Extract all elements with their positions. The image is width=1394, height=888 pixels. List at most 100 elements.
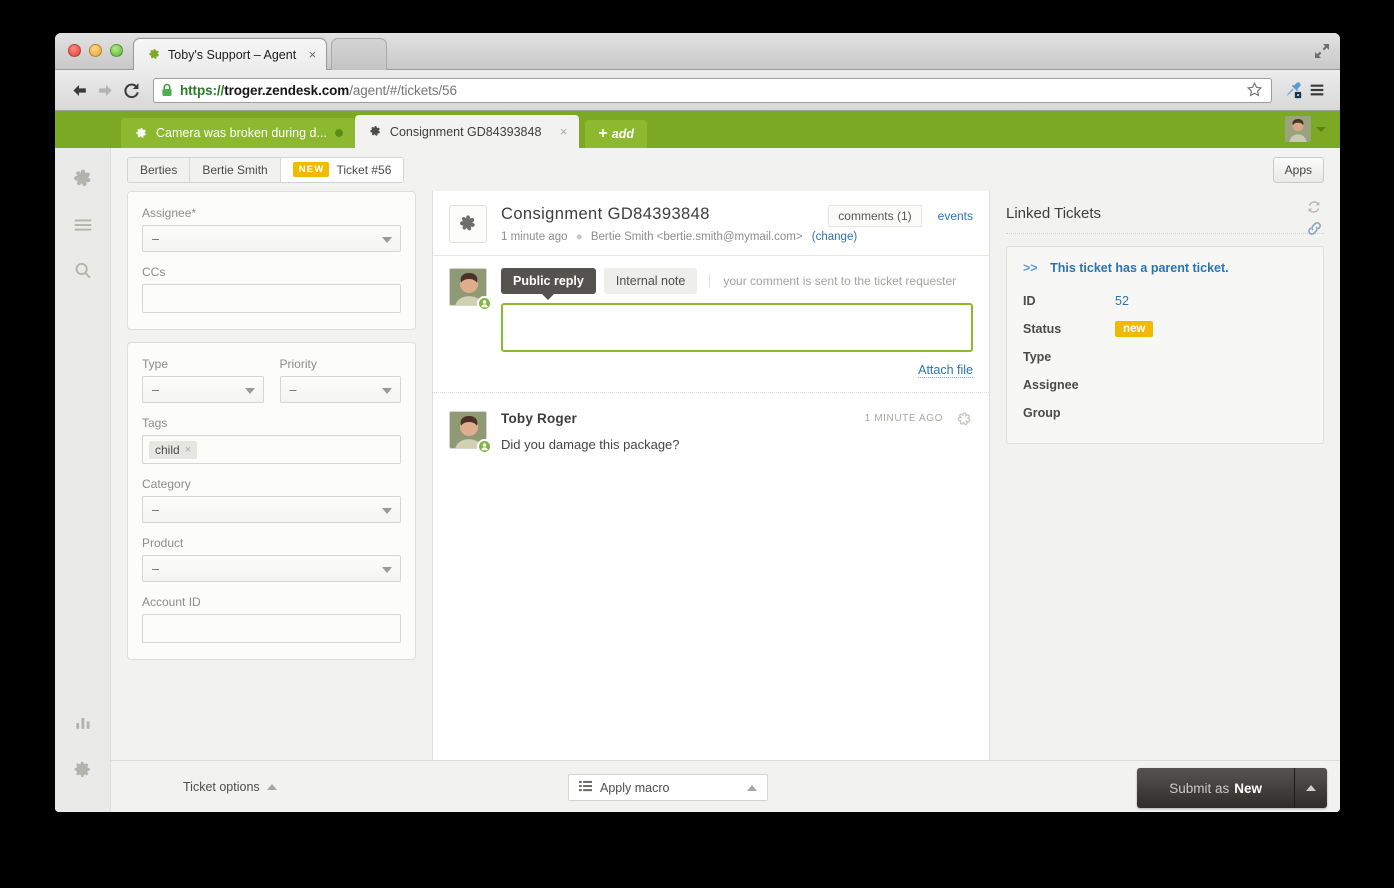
zendesk-leaf-icon [135,127,148,140]
breadcrumb-item-ticket[interactable]: NEW Ticket #56 [281,158,404,182]
comment-avatar-wrap [449,411,487,449]
views-list-icon[interactable] [68,210,98,240]
browser-menu-icon[interactable] [1305,79,1329,101]
linked-row-id: ID 52 [1023,287,1307,315]
reply-composer: Public reply Internal note your comment … [433,256,989,393]
fullscreen-icon[interactable] [1313,42,1331,60]
zendesk-topbar: Camera was broken during d... Consignmen… [55,111,1340,148]
ticket-tab-camera[interactable]: Camera was broken during d... [121,118,355,148]
linked-row-type: Type [1023,343,1307,371]
home-leaf-icon[interactable] [68,164,98,194]
macro-list-icon [579,780,592,796]
ticket-properties-panel: Assignee* – CCs Type [111,191,433,760]
browser-tab-close-icon[interactable]: × [309,47,317,62]
admin-gear-icon[interactable] [68,754,98,784]
window-zoom-button[interactable] [110,44,123,57]
linked-row-group: Group [1023,399,1307,427]
apps-button-label: Apps [1285,163,1312,177]
linked-row-assignee: Assignee [1023,371,1307,399]
user-menu[interactable] [1285,116,1326,142]
add-tab-button[interactable]: + add [585,120,647,148]
tags-input[interactable]: child × [142,435,401,464]
ticket-conversation-panel: Consignment GD84393848 1 minute ago ● Be… [433,191,990,760]
avatar [1285,116,1311,142]
category-label: Category [142,477,401,491]
extension-eyedropper-icon[interactable] [1281,79,1305,101]
separator-dot-icon: ● [576,231,583,243]
composer-row: Public reply Internal note your comment … [449,268,973,392]
unsaved-dot-icon [335,129,343,137]
account-id-input[interactable] [142,614,401,643]
breadcrumb-label: Bertie Smith [202,163,267,177]
ticket-fields-card: Type – Priority – [127,342,416,660]
address-bar[interactable]: https://troger.zendesk.com/agent/#/ticke… [153,78,1272,103]
assignee-select[interactable]: – [142,225,401,252]
browser-titlebar: Toby's Support – Agent × [55,33,1340,70]
reload-icon[interactable] [118,77,144,103]
apps-button[interactable]: Apps [1273,157,1324,183]
browser-tab-title: Toby's Support – Agent [168,48,296,62]
status-badge: new [1115,321,1153,337]
browser-new-tab-button[interactable] [331,38,387,70]
chevron-down-icon[interactable] [1316,127,1326,132]
browser-window: Toby's Support – Agent × [55,33,1340,812]
comment-body: Did you damage this package? [501,437,973,452]
linked-ticket-headline[interactable]: >> This ticket has a parent ticket. [1023,261,1307,275]
url-host: troger.zendesk.com [224,83,349,98]
zendesk-leaf-icon [369,125,382,138]
add-tab-label: add [612,127,634,141]
type-select[interactable]: – [142,376,264,403]
category-select[interactable]: – [142,496,401,523]
forward-arrow-icon[interactable] [92,77,118,103]
breadcrumb-item-user[interactable]: Bertie Smith [190,158,280,182]
ticket-tabs: Camera was broken during d... Consignmen… [121,111,647,148]
sidebar-rail [55,148,111,812]
product-select[interactable]: – [142,555,401,582]
apply-macro-button[interactable]: Apply macro [568,774,768,801]
bookmark-star-icon[interactable] [1246,81,1264,99]
window-minimize-button[interactable] [89,44,102,57]
reporting-chart-icon[interactable] [68,708,98,738]
refresh-icon[interactable] [1306,199,1322,220]
browser-tabstrip: Toby's Support – Agent × [133,38,387,70]
ticket-tab-label: Consignment GD84393848 [390,125,542,139]
change-requester-link[interactable]: (change) [812,231,857,243]
tab-internal-note[interactable]: Internal note [604,268,698,294]
priority-value: – [290,383,297,397]
search-icon[interactable] [68,256,98,286]
link-chain-icon[interactable] [1305,219,1324,243]
back-arrow-icon[interactable] [66,77,92,103]
linked-ticket-id-link[interactable]: 52 [1115,294,1129,308]
ticket-tab-consignment[interactable]: Consignment GD84393848 × [355,115,580,148]
submit-button[interactable]: Submit as New [1137,768,1295,808]
tag-chip[interactable]: child × [149,441,197,459]
submit-dropdown-button[interactable] [1295,768,1327,808]
priority-select[interactable]: – [280,376,402,403]
chevron-up-icon [747,785,757,791]
ticket-tab-close-icon[interactable]: × [560,124,568,139]
reply-textarea[interactable] [501,303,973,352]
comment-options-leaf-icon[interactable] [956,411,973,433]
browser-tab[interactable]: Toby's Support – Agent × [133,38,327,70]
comments-tab[interactable]: comments (1) [828,205,921,227]
breadcrumb-label: Ticket #56 [336,163,391,177]
ticket-options-button[interactable]: Ticket options [183,780,277,794]
ccs-input[interactable] [142,284,401,313]
linked-row-key: ID [1023,294,1115,308]
window-close-button[interactable] [68,44,81,57]
comment-item: Toby Roger Did you damage this package? … [449,411,973,452]
breadcrumb-row: Berties Bertie Smith NEW Ticket #56 Apps [111,148,1340,191]
panes: Assignee* – CCs Type [111,191,1340,760]
linked-row-status: Status new [1023,315,1307,343]
comment-timestamp: 1 MINUTE AGO [865,413,943,424]
events-link[interactable]: events [938,209,973,223]
ticket-leaf-icon [449,205,487,243]
tab-public-reply[interactable]: Public reply [501,268,596,294]
breadcrumb-item-org[interactable]: Berties [128,158,190,182]
ticket-time: 1 minute ago [501,231,568,243]
ticket-tab-label: Camera was broken during d... [156,126,327,140]
chevron-up-icon [1306,785,1316,791]
plus-icon: + [598,125,607,143]
tag-remove-icon[interactable]: × [185,444,191,456]
attach-file-link[interactable]: Attach file [918,363,973,378]
